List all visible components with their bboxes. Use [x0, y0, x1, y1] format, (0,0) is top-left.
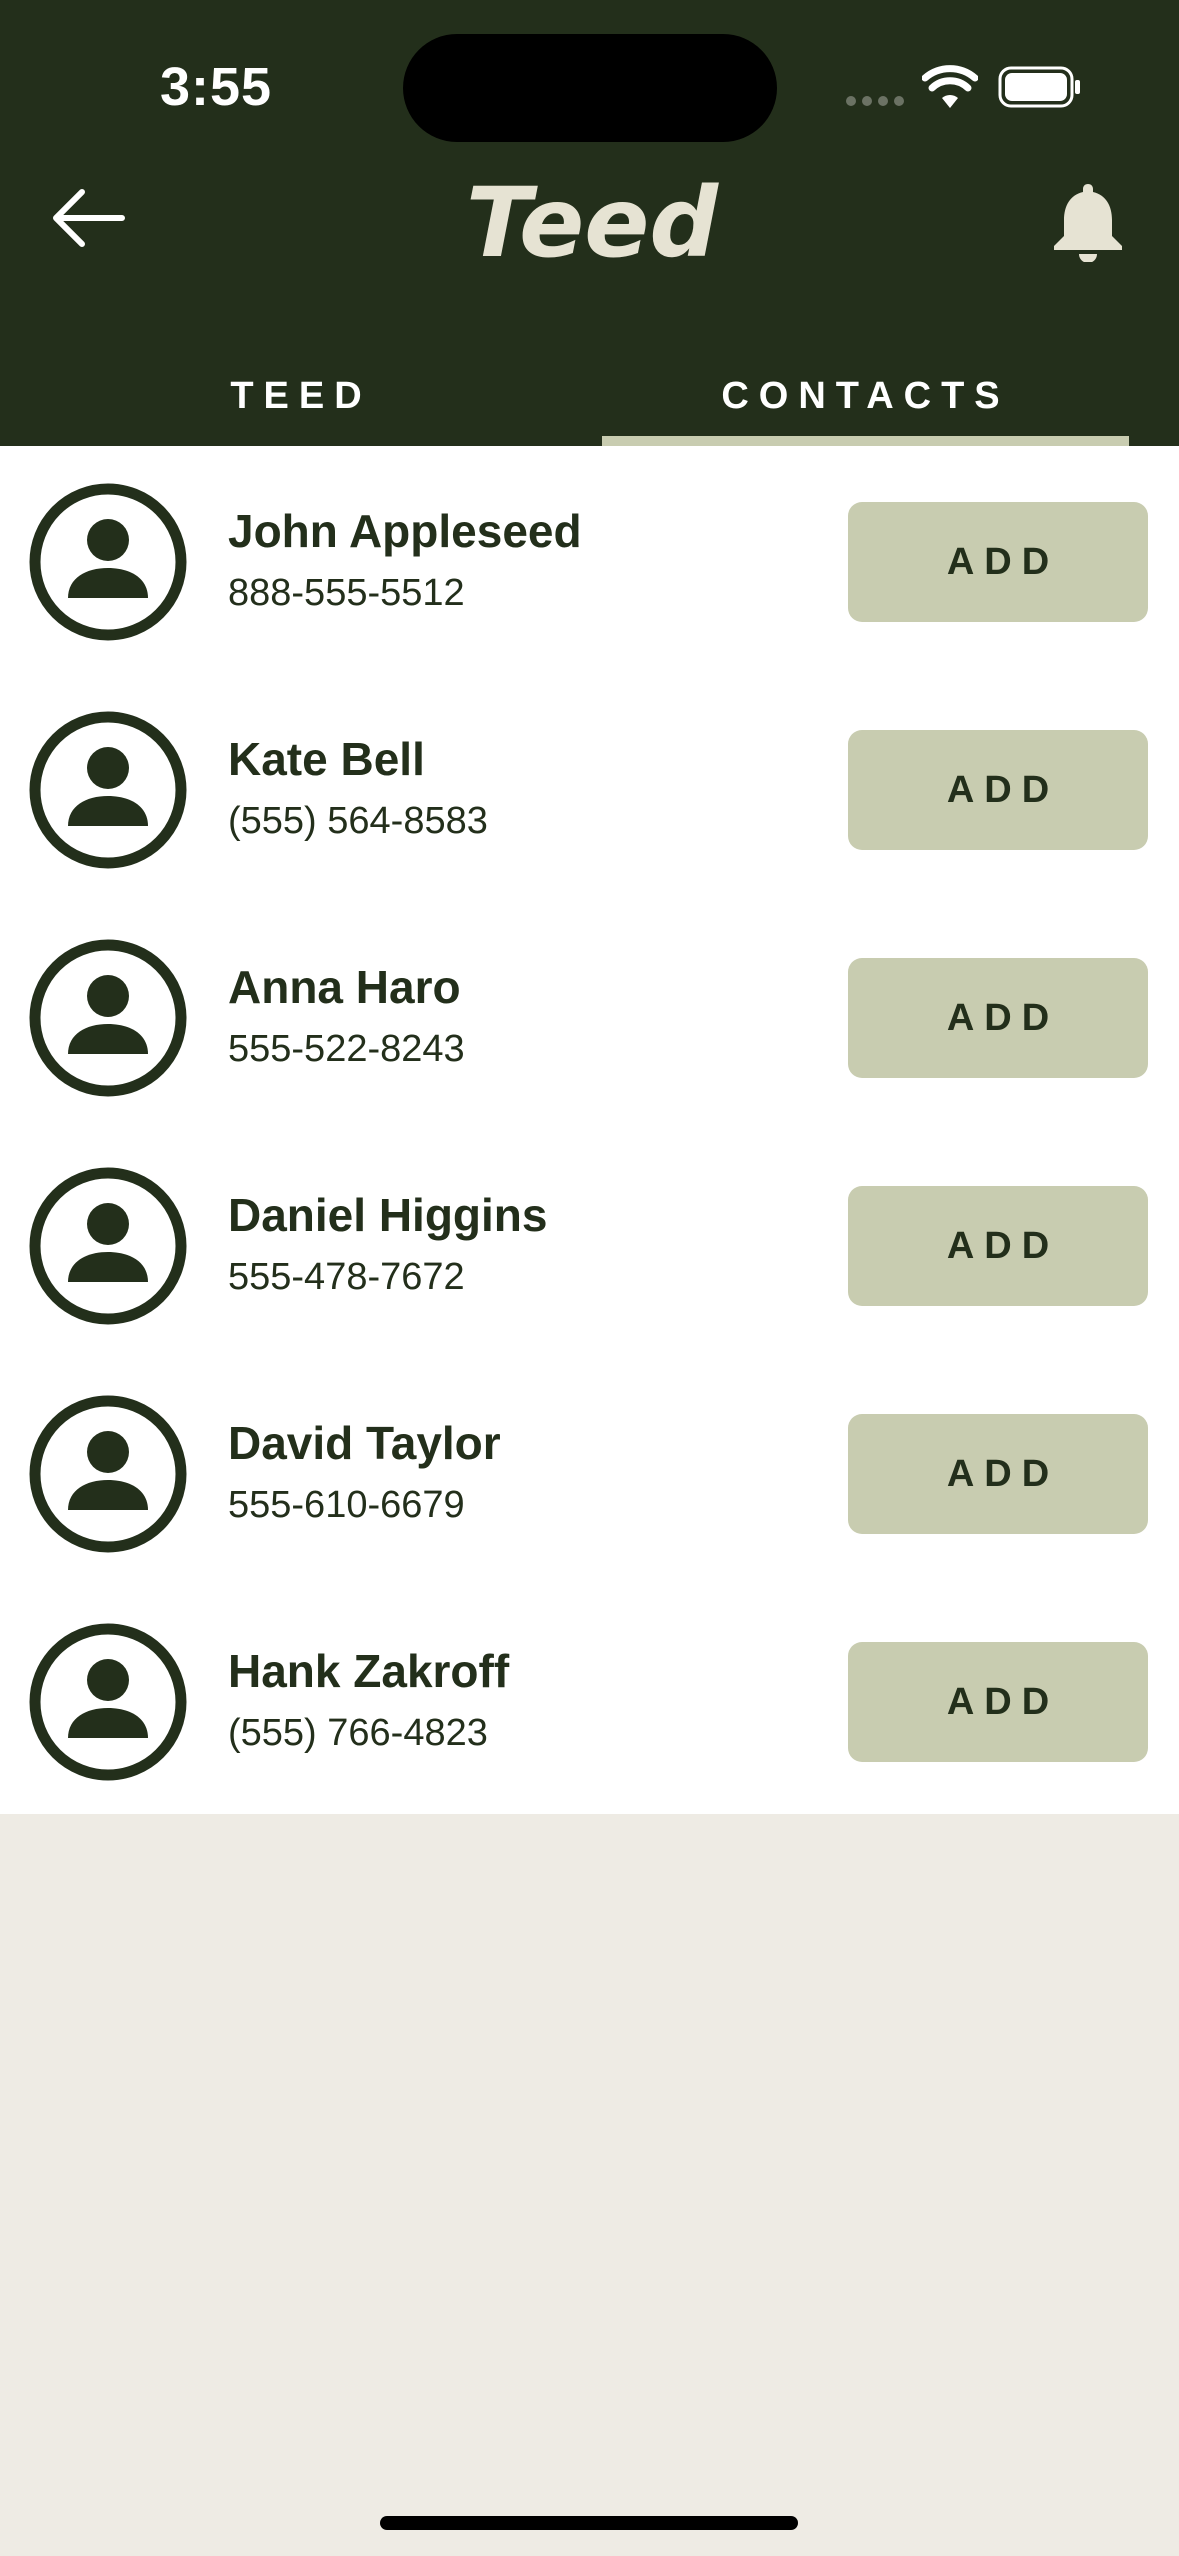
contact-name: Daniel Higgins	[228, 1189, 548, 1241]
contact-row: Anna Haro 555-522-8243 ADD	[0, 902, 1179, 1130]
contact-phone: (555) 564-8583	[228, 800, 488, 842]
contact-row: Kate Bell (555) 564-8583 ADD	[0, 674, 1179, 902]
tab-teed[interactable]: TEED	[0, 360, 602, 446]
battery-icon	[998, 66, 1080, 108]
contact-name: John Appleseed	[228, 505, 582, 557]
contact-phone: 555-522-8243	[228, 1028, 465, 1070]
user-avatar-icon	[29, 1167, 187, 1325]
contacts-list: John Appleseed 888-555-5512 ADD Kate Bel…	[0, 446, 1179, 1814]
user-avatar-icon	[29, 939, 187, 1097]
contact-row: John Appleseed 888-555-5512 ADD	[0, 446, 1179, 674]
add-contact-button[interactable]: ADD	[848, 502, 1148, 622]
user-avatar-icon	[29, 711, 187, 869]
dynamic-island	[403, 34, 777, 142]
status-time: 3:55	[160, 57, 273, 117]
cellular-signal-icon	[846, 96, 904, 106]
contact-phone: 555-610-6679	[228, 1484, 465, 1526]
user-avatar-icon	[29, 1395, 187, 1553]
add-contact-button[interactable]: ADD	[848, 1186, 1148, 1306]
wifi-icon	[922, 65, 978, 108]
user-avatar-icon	[29, 1623, 187, 1781]
app-header: 3:55 Teed TEED CONTACTS	[0, 0, 1179, 446]
contact-name: Kate Bell	[228, 733, 425, 785]
home-indicator[interactable]	[380, 2516, 798, 2530]
contact-name: Anna Haro	[228, 961, 461, 1013]
contact-phone: (555) 766-4823	[228, 1712, 488, 1754]
contact-name: David Taylor	[228, 1417, 501, 1469]
add-contact-button[interactable]: ADD	[848, 1414, 1148, 1534]
tab-contacts[interactable]: CONTACTS	[602, 360, 1129, 446]
teed-logo: Teed	[466, 170, 719, 270]
contact-phone: 555-478-7672	[228, 1256, 465, 1298]
arrow-left-icon[interactable]	[50, 186, 126, 250]
bell-icon[interactable]	[1048, 180, 1128, 262]
tab-bar: TEED CONTACTS	[0, 360, 1179, 446]
contact-phone: 888-555-5512	[228, 572, 465, 614]
contact-row: Hank Zakroff (555) 766-4823 ADD	[0, 1586, 1179, 1814]
add-contact-button[interactable]: ADD	[848, 730, 1148, 850]
contact-row: David Taylor 555-610-6679 ADD	[0, 1358, 1179, 1586]
add-contact-button[interactable]: ADD	[848, 1642, 1148, 1762]
contact-name: Hank Zakroff	[228, 1645, 510, 1697]
user-avatar-icon	[29, 483, 187, 641]
logo-text: Teed	[466, 170, 719, 270]
active-tab-indicator	[602, 436, 1129, 446]
contact-row: Daniel Higgins 555-478-7672 ADD	[0, 1130, 1179, 1358]
add-contact-button[interactable]: ADD	[848, 958, 1148, 1078]
